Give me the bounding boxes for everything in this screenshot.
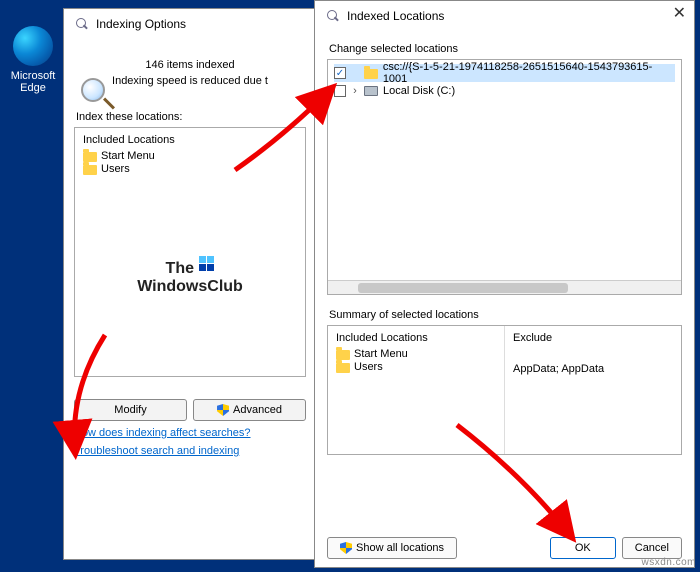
windows-flag-icon: [198, 255, 214, 271]
folder-icon: [83, 152, 97, 162]
list-item[interactable]: Start Menu: [83, 150, 297, 162]
list-item-label: Start Menu: [354, 348, 408, 360]
list-item: AppData; AppData: [513, 363, 673, 375]
desktop-icon-edge[interactable]: MicrosoftEdge: [8, 26, 58, 94]
ok-button[interactable]: OK: [550, 537, 616, 559]
included-locations-list[interactable]: Included Locations Start Menu Users The …: [74, 127, 306, 377]
list-item-label: AppData; AppData: [513, 363, 604, 375]
expand-icon[interactable]: ›: [351, 85, 359, 97]
cancel-button[interactable]: Cancel: [622, 537, 682, 559]
link-how-affects-searches[interactable]: How does indexing affect searches?: [74, 427, 306, 439]
list-item-label: Users: [354, 361, 383, 373]
shield-icon: [340, 542, 352, 554]
search-large-icon: [78, 75, 118, 115]
checkbox[interactable]: ✓: [334, 67, 346, 79]
close-icon[interactable]: ✕: [673, 3, 686, 23]
list-item[interactable]: Start Menu: [336, 348, 496, 360]
window-title: Indexed Locations: [347, 9, 444, 23]
summary-exclude-header: Exclude: [513, 332, 673, 344]
advanced-button[interactable]: Advanced: [193, 399, 306, 421]
horizontal-scrollbar[interactable]: [328, 280, 681, 294]
summary-label: Summary of selected locations: [329, 309, 680, 321]
tree-item[interactable]: ✓ csc://{S-1-5-21-1974118258-2651515640-…: [334, 64, 675, 82]
included-header: Included Locations: [83, 134, 297, 146]
titlebar[interactable]: Indexed Locations ✕: [315, 1, 694, 31]
change-locations-label: Change selected locations: [329, 43, 680, 55]
search-icon: [325, 8, 341, 24]
window-title: Indexing Options: [96, 17, 186, 31]
list-item: [513, 348, 673, 362]
desktop-icon-label: MicrosoftEdge: [8, 70, 58, 94]
list-item-label: Start Menu: [101, 150, 155, 162]
titlebar[interactable]: Indexing Options: [64, 9, 316, 39]
summary-box: Included Locations Start Menu Users Excl…: [327, 325, 682, 455]
window-indexing-options: Indexing Options 146 items indexed Index…: [63, 8, 317, 560]
list-item[interactable]: Users: [83, 163, 297, 175]
scrollbar-thumb[interactable]: [358, 283, 568, 293]
list-item[interactable]: Users: [336, 361, 496, 373]
edge-icon: [13, 26, 53, 66]
shield-icon: [217, 404, 229, 416]
brand-watermark: The WindowsClub: [83, 255, 297, 296]
tree-item-label: Local Disk (C:): [383, 85, 455, 97]
index-status: 146 items indexed: [74, 59, 306, 71]
folder-icon: [336, 350, 350, 360]
watermark: wsxdn.com: [641, 557, 696, 568]
list-item-label: Users: [101, 163, 130, 175]
folder-icon: [336, 363, 350, 373]
disk-icon: [364, 86, 378, 96]
tree-item-label: csc://{S-1-5-21-1974118258-2651515640-15…: [383, 61, 675, 85]
summary-included-header: Included Locations: [336, 332, 496, 344]
show-all-locations-button[interactable]: Show all locations: [327, 537, 457, 559]
modify-button[interactable]: Modify: [74, 399, 187, 421]
window-indexed-locations: Indexed Locations ✕ Change selected loca…: [314, 0, 695, 568]
locations-tree[interactable]: ✓ csc://{S-1-5-21-1974118258-2651515640-…: [327, 59, 682, 295]
folder-icon: [364, 69, 378, 79]
search-icon: [74, 16, 90, 32]
checkbox[interactable]: [334, 85, 346, 97]
folder-icon: [83, 165, 97, 175]
link-troubleshoot[interactable]: Troubleshoot search and indexing: [74, 445, 306, 457]
